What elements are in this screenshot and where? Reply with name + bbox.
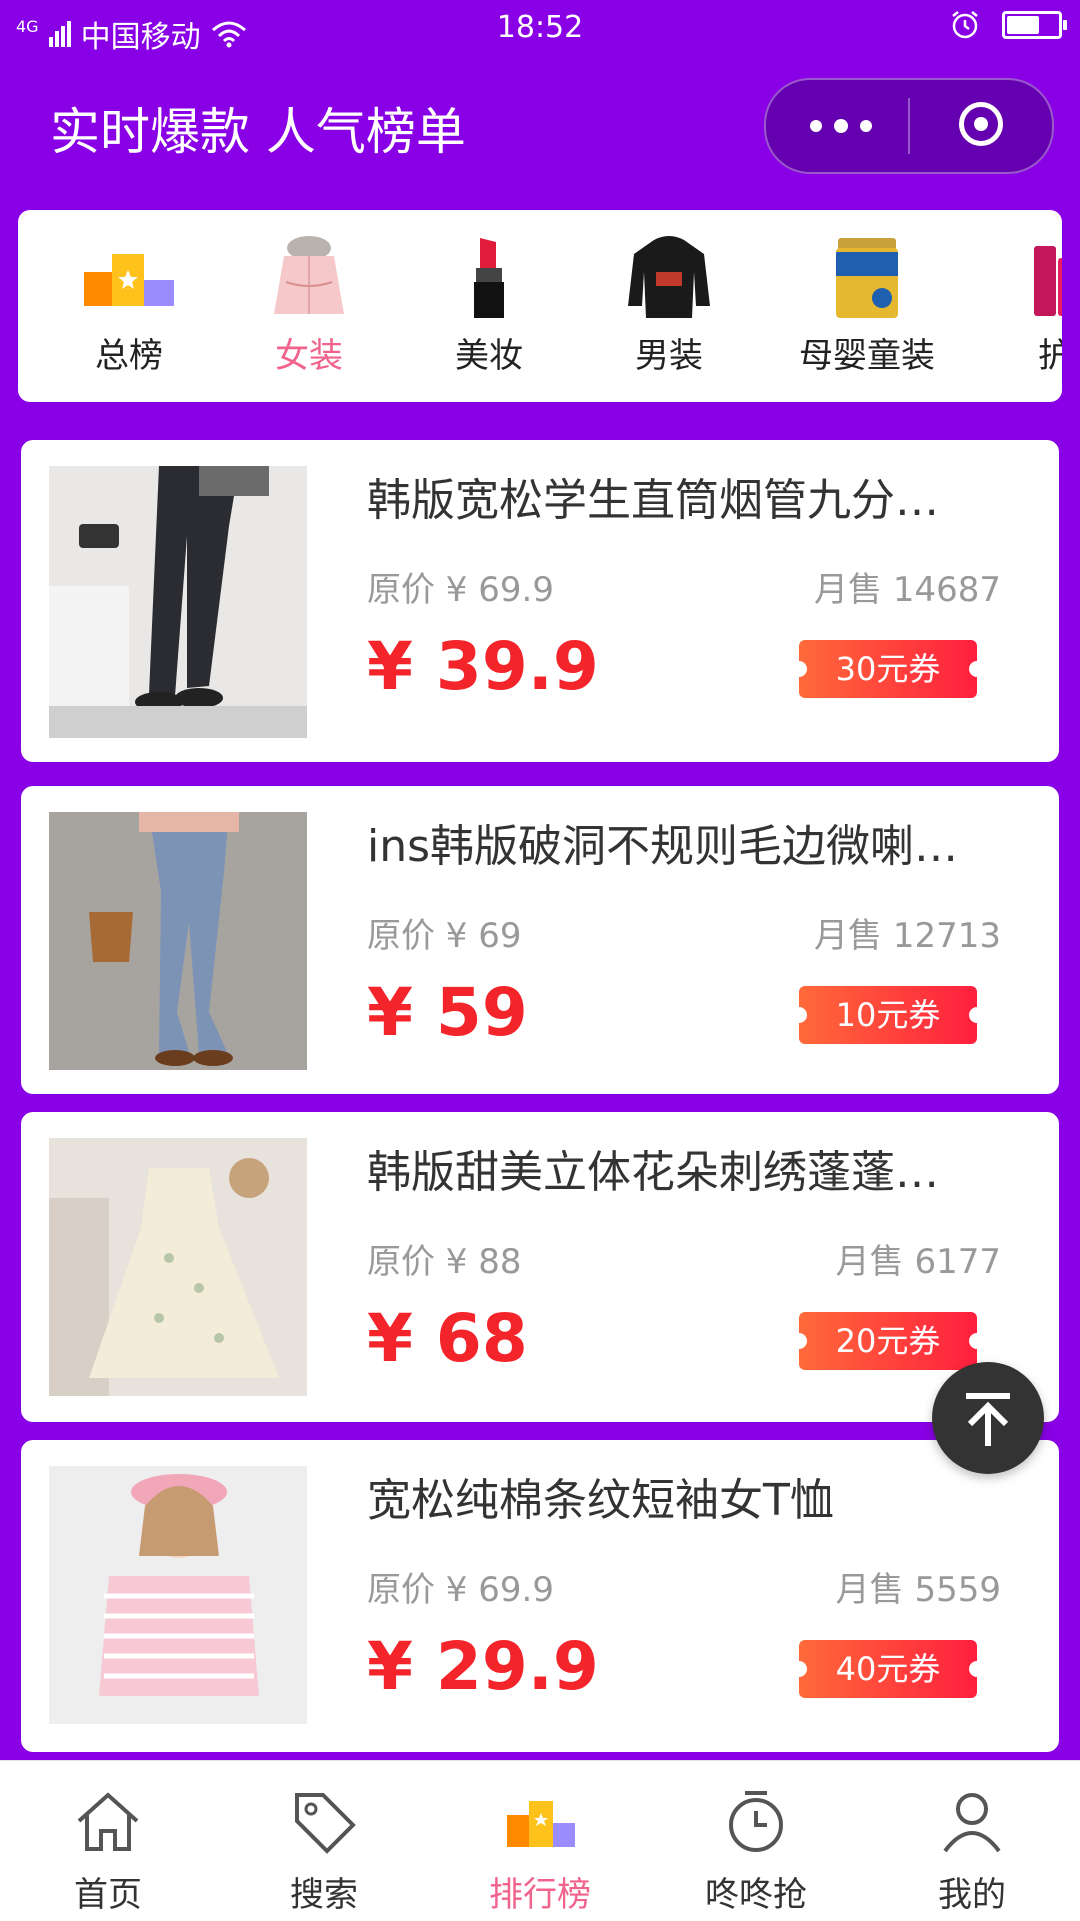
- original-price: 原价 ¥ 69: [367, 916, 522, 956]
- milk-formula-image: [836, 238, 898, 318]
- womens-coat-image: [274, 236, 344, 314]
- current-price: ¥ 68: [367, 1300, 528, 1377]
- ranking-icon: [84, 254, 174, 306]
- category-label: 护: [1038, 336, 1062, 376]
- product-title: ins韩版破洞不规则毛边微喇…: [367, 821, 959, 872]
- tab-label: 排行榜: [489, 1875, 591, 1915]
- product-title: 韩版甜美立体花朵刺绣蓬蓬…: [367, 1147, 939, 1198]
- more-menu-button[interactable]: [806, 108, 876, 144]
- tab-flash-sale[interactable]: 咚咚抢: [648, 1761, 864, 1921]
- category-label: 母婴童装: [799, 336, 935, 376]
- monthly-sales: 月售 14687: [814, 570, 1001, 610]
- coupon-badge[interactable]: 10元券: [791, 986, 985, 1044]
- current-price: ¥ 59: [367, 974, 528, 1051]
- category-beauty[interactable]: 美妆: [416, 210, 562, 402]
- home-icon: [77, 1792, 139, 1851]
- category-baby[interactable]: 母婴童装: [776, 210, 958, 402]
- tab-ranking[interactable]: 排行榜: [432, 1761, 648, 1921]
- back-to-top-button[interactable]: [932, 1362, 1044, 1474]
- close-program-button[interactable]: [959, 102, 1003, 146]
- page-title: 实时爆款 人气榜单: [50, 103, 466, 161]
- category-label: 美妆: [455, 336, 523, 376]
- product-card[interactable]: 韩版甜美立体花朵刺绣蓬蓬… 原价 ¥ 88 月售 6177 ¥ 68 20元券: [21, 1112, 1059, 1422]
- lipstick-image: [474, 238, 504, 318]
- status-time: 18:52: [496, 10, 584, 45]
- product-card[interactable]: ins韩版破洞不规则毛边微喇… 原价 ¥ 69 月售 12713 ¥ 59 10…: [21, 786, 1059, 1094]
- coupon-badge[interactable]: 40元券: [791, 1640, 985, 1698]
- tab-label: 咚咚抢: [705, 1875, 807, 1915]
- monthly-sales: 月售 6177: [835, 1242, 1001, 1282]
- tab-profile[interactable]: 我的: [864, 1761, 1080, 1921]
- category-womens[interactable]: 女装: [236, 210, 382, 402]
- product-card[interactable]: 韩版宽松学生直筒烟管九分… 原价 ¥ 69.9 月售 14687 ¥ 39.9 …: [21, 440, 1059, 762]
- trousers-image: [49, 466, 307, 738]
- hoodie-image: [628, 236, 710, 318]
- product-image[interactable]: [49, 1466, 307, 1724]
- product-image[interactable]: [49, 812, 307, 1070]
- tab-label: 搜索: [290, 1875, 358, 1915]
- capsule-divider: [908, 98, 910, 154]
- status-bar: 4G 中国移动 18:52: [0, 0, 1080, 60]
- product-image[interactable]: [49, 1138, 307, 1396]
- mini-program-capsule: [764, 78, 1054, 174]
- category-mens[interactable]: 男装: [596, 210, 742, 402]
- tab-search[interactable]: 搜索: [216, 1761, 432, 1921]
- category-label: 男装: [635, 336, 703, 376]
- tshirt-image: [49, 1466, 307, 1724]
- skincare-image: [1034, 246, 1062, 316]
- alarm-icon: [952, 11, 978, 39]
- dress-image: [49, 1138, 307, 1396]
- monthly-sales: 月售 12713: [814, 916, 1001, 956]
- monthly-sales: 月售 5559: [835, 1570, 1001, 1610]
- original-price: 原价 ¥ 69.9: [367, 570, 554, 610]
- category-overall[interactable]: 总榜: [56, 210, 202, 402]
- ranking-icon: [507, 1801, 575, 1847]
- category-bar: 总榜 女装 美妆 男装 母婴童装 护: [18, 210, 1062, 402]
- product-title: 韩版宽松学生直筒烟管九分…: [367, 475, 939, 526]
- tab-label: 我的: [938, 1875, 1006, 1915]
- category-label: 女装: [275, 336, 343, 376]
- category-label: 总榜: [95, 336, 163, 376]
- user-icon: [943, 1793, 1001, 1853]
- status-right: [950, 10, 1067, 40]
- tag-icon: [295, 1793, 356, 1854]
- coupon-badge[interactable]: 30元券: [791, 640, 985, 698]
- tab-label: 首页: [74, 1875, 142, 1915]
- arrow-up-icon: [966, 1393, 1010, 1446]
- alarm-clock-icon: [729, 1791, 783, 1852]
- category-skincare[interactable]: 护: [1008, 210, 1062, 402]
- product-title: 宽松纯棉条纹短袖女T恤: [367, 1475, 834, 1526]
- original-price: 原价 ¥ 69.9: [367, 1570, 554, 1610]
- jeans-image: [49, 812, 307, 1070]
- product-image[interactable]: [49, 466, 307, 738]
- bottom-tab-bar: 首页 搜索 排行榜 咚咚抢 我的: [0, 1760, 1080, 1921]
- tab-home[interactable]: 首页: [0, 1761, 216, 1921]
- current-price: ¥ 39.9: [367, 628, 599, 705]
- product-card[interactable]: 宽松纯棉条纹短袖女T恤 原价 ¥ 69.9 月售 5559 ¥ 29.9 40元…: [21, 1440, 1059, 1752]
- current-price: ¥ 29.9: [367, 1628, 599, 1705]
- original-price: 原价 ¥ 88: [367, 1242, 522, 1282]
- battery-icon: [1002, 11, 1067, 39]
